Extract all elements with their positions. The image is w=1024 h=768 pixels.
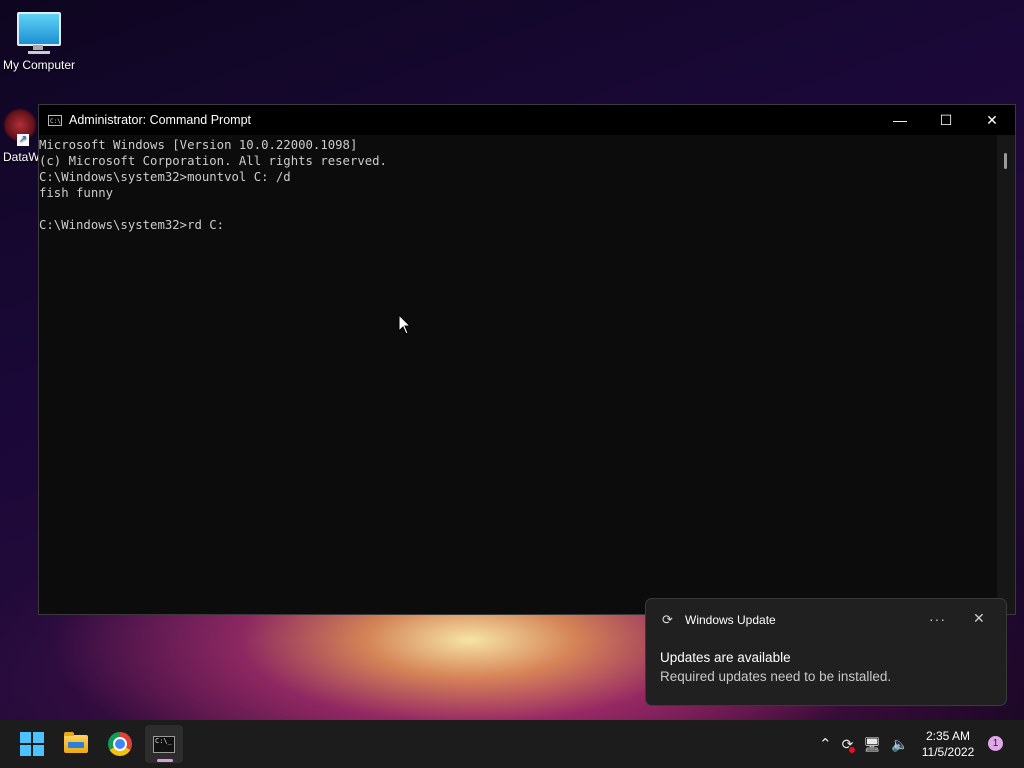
cmd-icon: C:\_ — [48, 114, 62, 126]
datawrapper-icon: ↗ — [3, 108, 37, 146]
close-button[interactable]: ✕ — [969, 105, 1015, 135]
desktop-icon-label: DataW — [3, 150, 40, 164]
desktop-icon-dataw[interactable]: ↗ DataW — [0, 108, 40, 164]
chrome-icon — [108, 732, 132, 756]
toast-title: Updates are available — [660, 650, 791, 665]
toast-body: Required updates need to be installed. — [660, 669, 892, 684]
toast-app-name: Windows Update — [685, 613, 776, 627]
maximize-button[interactable]: ☐ — [923, 105, 969, 135]
scrollbar-thumb[interactable] — [1004, 153, 1007, 169]
folder-icon — [64, 732, 88, 753]
toast-more-button[interactable]: ··· — [929, 611, 946, 627]
minimize-button[interactable]: — — [877, 105, 923, 135]
console-line: fish funny — [39, 186, 114, 200]
update-sync-icon[interactable]: ⟳ — [842, 736, 856, 753]
taskbar: C:\_ ⌃ ⟳ 🖥 🔈 2:35 AM 11/5/2022 — [0, 720, 1024, 768]
toast-close-button[interactable]: ✕ — [973, 610, 985, 627]
show-hidden-icons-chevron-icon[interactable]: ⌃ — [819, 735, 832, 753]
windows-logo-icon — [20, 732, 44, 756]
desktop-icon-my-computer[interactable]: My Computer — [0, 10, 78, 72]
chrome-button[interactable] — [101, 725, 139, 763]
clock-time: 2:35 AM — [925, 729, 971, 743]
active-app-indicator — [157, 759, 173, 762]
window-titlebar[interactable]: C:\_ Administrator: Command Prompt — ☐ ✕ — [39, 105, 1015, 135]
console-line: Microsoft Windows [Version 10.0.22000.10… — [39, 138, 358, 152]
window-title: Administrator: Command Prompt — [69, 113, 252, 127]
alert-dot-icon — [849, 746, 856, 753]
clock-date: 11/5/2022 — [921, 745, 975, 759]
command-prompt-window[interactable]: C:\_ Administrator: Command Prompt — ☐ ✕… — [38, 104, 1016, 615]
start-button[interactable] — [13, 725, 51, 763]
console-line: C:\Windows\system32>mountvol C: /d — [39, 170, 291, 184]
file-explorer-button[interactable] — [57, 725, 95, 763]
system-tray: ⌃ ⟳ 🖥 🔈 — [814, 720, 914, 768]
volume-icon[interactable]: 🔈 — [891, 736, 908, 753]
terminal-icon: C:\_ — [153, 735, 175, 753]
windows-update-toast[interactable]: ⟳ Windows Update ··· ✕ Updates are avail… — [645, 598, 1007, 706]
notification-count-badge[interactable]: 1 — [988, 736, 1003, 751]
console-output[interactable]: Microsoft Windows [Version 10.0.22000.10… — [39, 135, 997, 614]
command-prompt-taskbar-button[interactable]: C:\_ — [145, 725, 183, 763]
shortcut-arrow-icon: ↗ — [17, 134, 29, 146]
desktop-icon-label: My Computer — [2, 58, 76, 72]
computer-icon — [17, 12, 61, 50]
vertical-scrollbar[interactable] — [997, 135, 1015, 614]
toast-header: ⟳ Windows Update — [662, 612, 776, 628]
console-prompt-line: C:\Windows\system32>rd C: — [39, 218, 225, 232]
sync-icon: ⟳ — [662, 612, 673, 627]
console-line: (c) Microsoft Corporation. All rights re… — [39, 154, 387, 168]
taskbar-clock[interactable]: 2:35 AM 11/5/2022 — [914, 728, 982, 760]
network-icon[interactable]: 🖥 — [863, 736, 881, 753]
